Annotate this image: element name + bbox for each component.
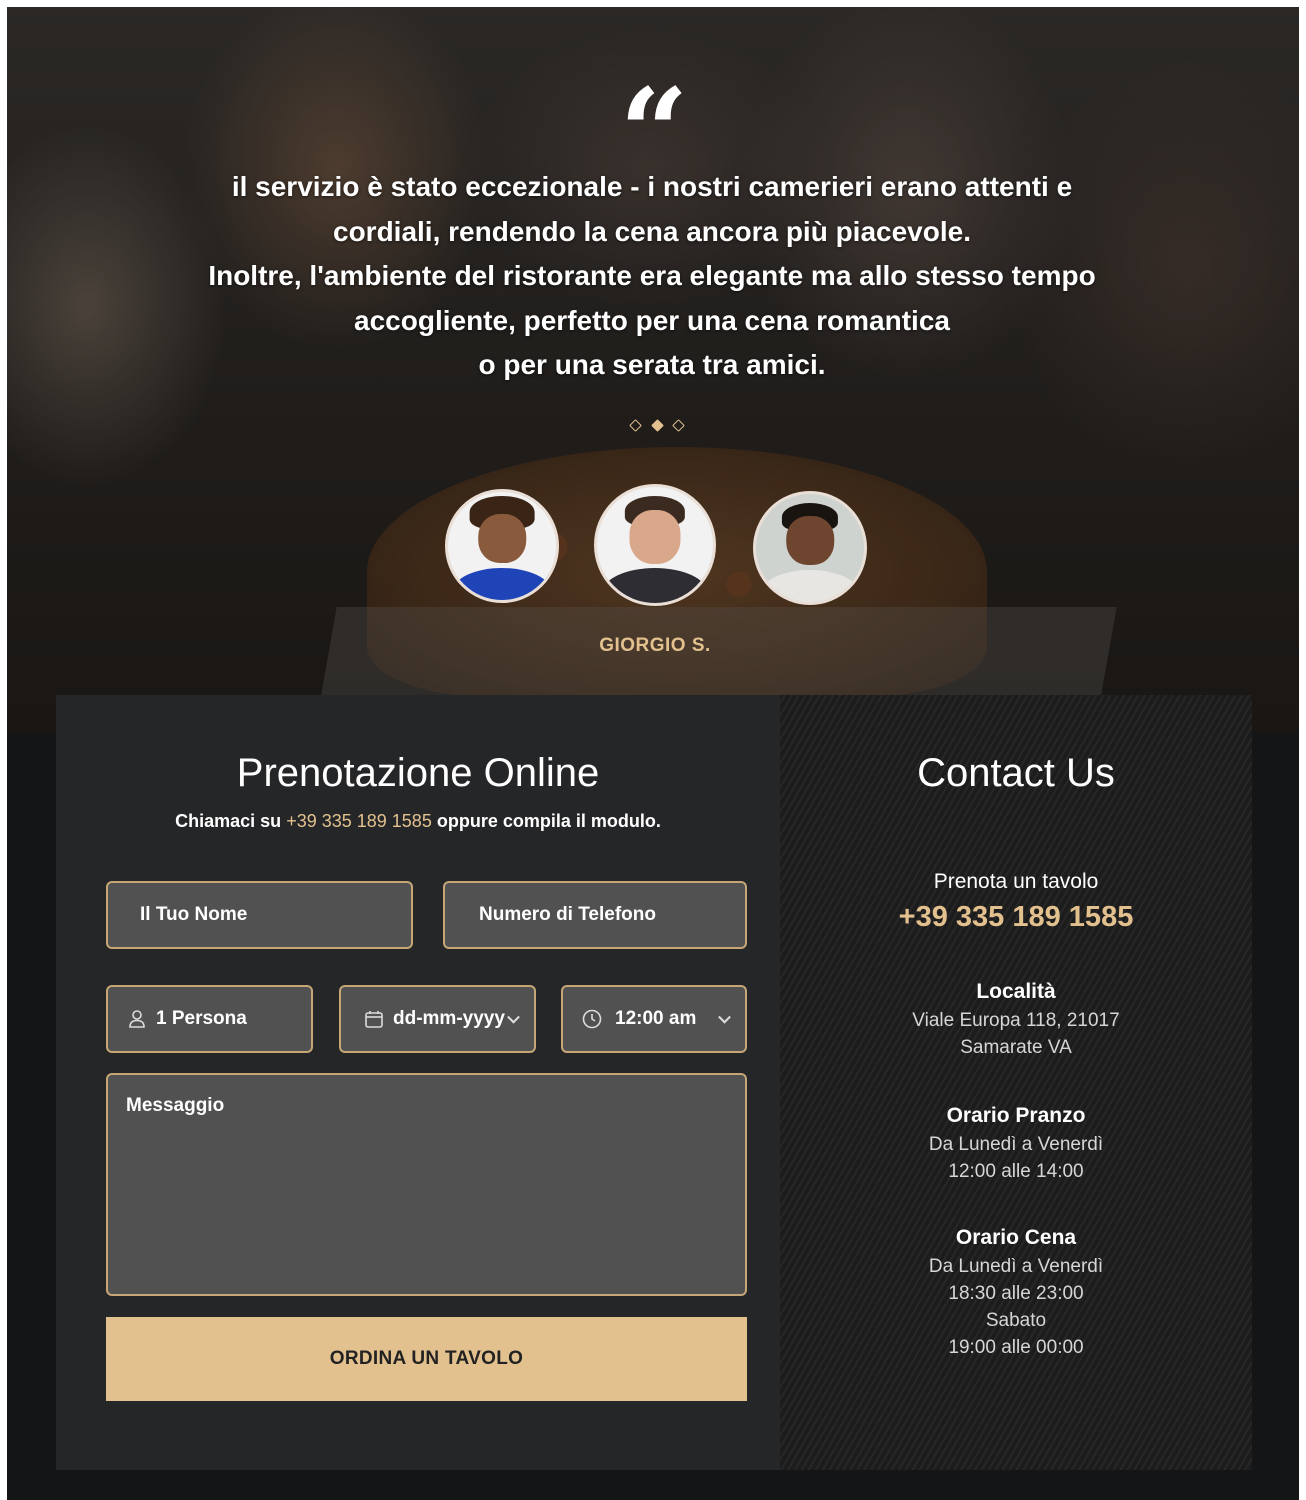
name-input-placeholder: Il Tuo Nome: [140, 904, 248, 925]
reserve-phone-link[interactable]: +39 335 189 1585: [780, 897, 1252, 937]
clock-icon: [581, 1008, 603, 1030]
carousel-dot-2[interactable]: [650, 419, 664, 432]
book-table-button[interactable]: ORDINA UN TAVOLO: [106, 1317, 747, 1401]
persons-select[interactable]: 1 Persona: [106, 985, 313, 1053]
reviewer-avatar-3[interactable]: [753, 491, 867, 605]
reviewer-name: GIORGIO S.: [599, 635, 711, 656]
name-input[interactable]: Il Tuo Nome: [106, 881, 413, 949]
message-textarea[interactable]: Messaggio: [106, 1073, 747, 1296]
booking-panel: Prenotazione Online Chiamaci su +39 335 …: [56, 695, 780, 1470]
avatar-face: [786, 515, 834, 566]
time-value: 12:00 am: [615, 1008, 697, 1029]
reviewer-avatar-2[interactable]: [594, 484, 716, 606]
phone-input-placeholder: Numero di Telefono: [479, 904, 656, 925]
carousel-dots: [627, 417, 687, 432]
saturday-hours: 19:00 alle 00:00: [948, 1337, 1084, 1358]
testimonial-text: il servizio è stato eccezionale - i nost…: [208, 171, 1096, 380]
booking-phone-link[interactable]: +39 335 189 1585: [286, 811, 432, 831]
chevron-down-icon: [507, 1010, 520, 1024]
location-label: Località: [976, 980, 1056, 1003]
booking-subtitle: Chiamaci su +39 335 189 1585 oppure comp…: [56, 811, 780, 832]
location-line-1: Viale Europa 118, 21017: [912, 1010, 1120, 1031]
booking-title: Prenotazione Online: [236, 751, 600, 795]
message-placeholder: Messaggio: [126, 1095, 225, 1116]
lunch-label: Orario Pranzo: [946, 1104, 1086, 1127]
avatar-face: [629, 510, 681, 564]
dinner-hours: 18:30 alle 23:00: [948, 1283, 1084, 1304]
time-select[interactable]: 12:00 am: [561, 985, 747, 1053]
contact-location: Località Viale Europa 118, 21017 Samarat…: [780, 977, 1252, 1061]
dinner-label: Orario Cena: [955, 1226, 1077, 1249]
testimonial-hero: “ il servizio è stato eccezionale - i no…: [7, 7, 1299, 733]
persons-value: 1 Persona: [156, 1008, 247, 1029]
avatar-body: [761, 569, 859, 602]
contact-lunch-hours: Orario Pranzo Da Lunedì a Venerdì 12:00 …: [780, 1101, 1252, 1185]
dinner-days: Da Lunedì a Venerdì: [928, 1256, 1104, 1277]
contact-reserve: Prenota un tavolo +39 335 189 1585: [780, 867, 1252, 937]
saturday-label: Sabato: [985, 1310, 1047, 1331]
phone-input[interactable]: Numero di Telefono: [443, 881, 747, 949]
date-input[interactable]: dd-mm-yyyy: [339, 985, 536, 1053]
contact-dinner-hours: Orario Cena Da Lunedì a Venerdì 18:30 al…: [780, 1223, 1252, 1361]
quote-icon: “: [619, 62, 689, 203]
contact-panel: Contact Us Prenota un tavolo +39 335 189…: [780, 695, 1252, 1470]
chevron-down-icon: [718, 1010, 731, 1024]
reviewer-avatar-1[interactable]: [445, 489, 559, 603]
avatar-body: [602, 568, 708, 603]
booking-subtitle-prefix: Chiamaci su: [175, 811, 282, 831]
avatar-body: [453, 567, 551, 600]
location-line-2: Samarate VA: [960, 1037, 1072, 1058]
page-frame: “ il servizio è stato eccezionale - i no…: [7, 7, 1299, 1500]
carousel-dot-1[interactable]: [629, 419, 642, 432]
date-value: dd-mm-yyyy: [393, 1008, 505, 1029]
user-icon: [126, 1008, 148, 1030]
booking-subtitle-suffix: oppure compila il modulo.: [436, 811, 661, 831]
lunch-days: Da Lunedì a Venerdì: [928, 1134, 1104, 1155]
carousel-dot-3[interactable]: [672, 419, 685, 432]
contact-title: Contact Us: [917, 751, 1115, 795]
calendar-icon: [363, 1008, 385, 1030]
reserve-label: Prenota un tavolo: [933, 870, 1099, 893]
avatar-face: [478, 513, 526, 564]
lunch-hours: 12:00 alle 14:00: [948, 1161, 1084, 1182]
